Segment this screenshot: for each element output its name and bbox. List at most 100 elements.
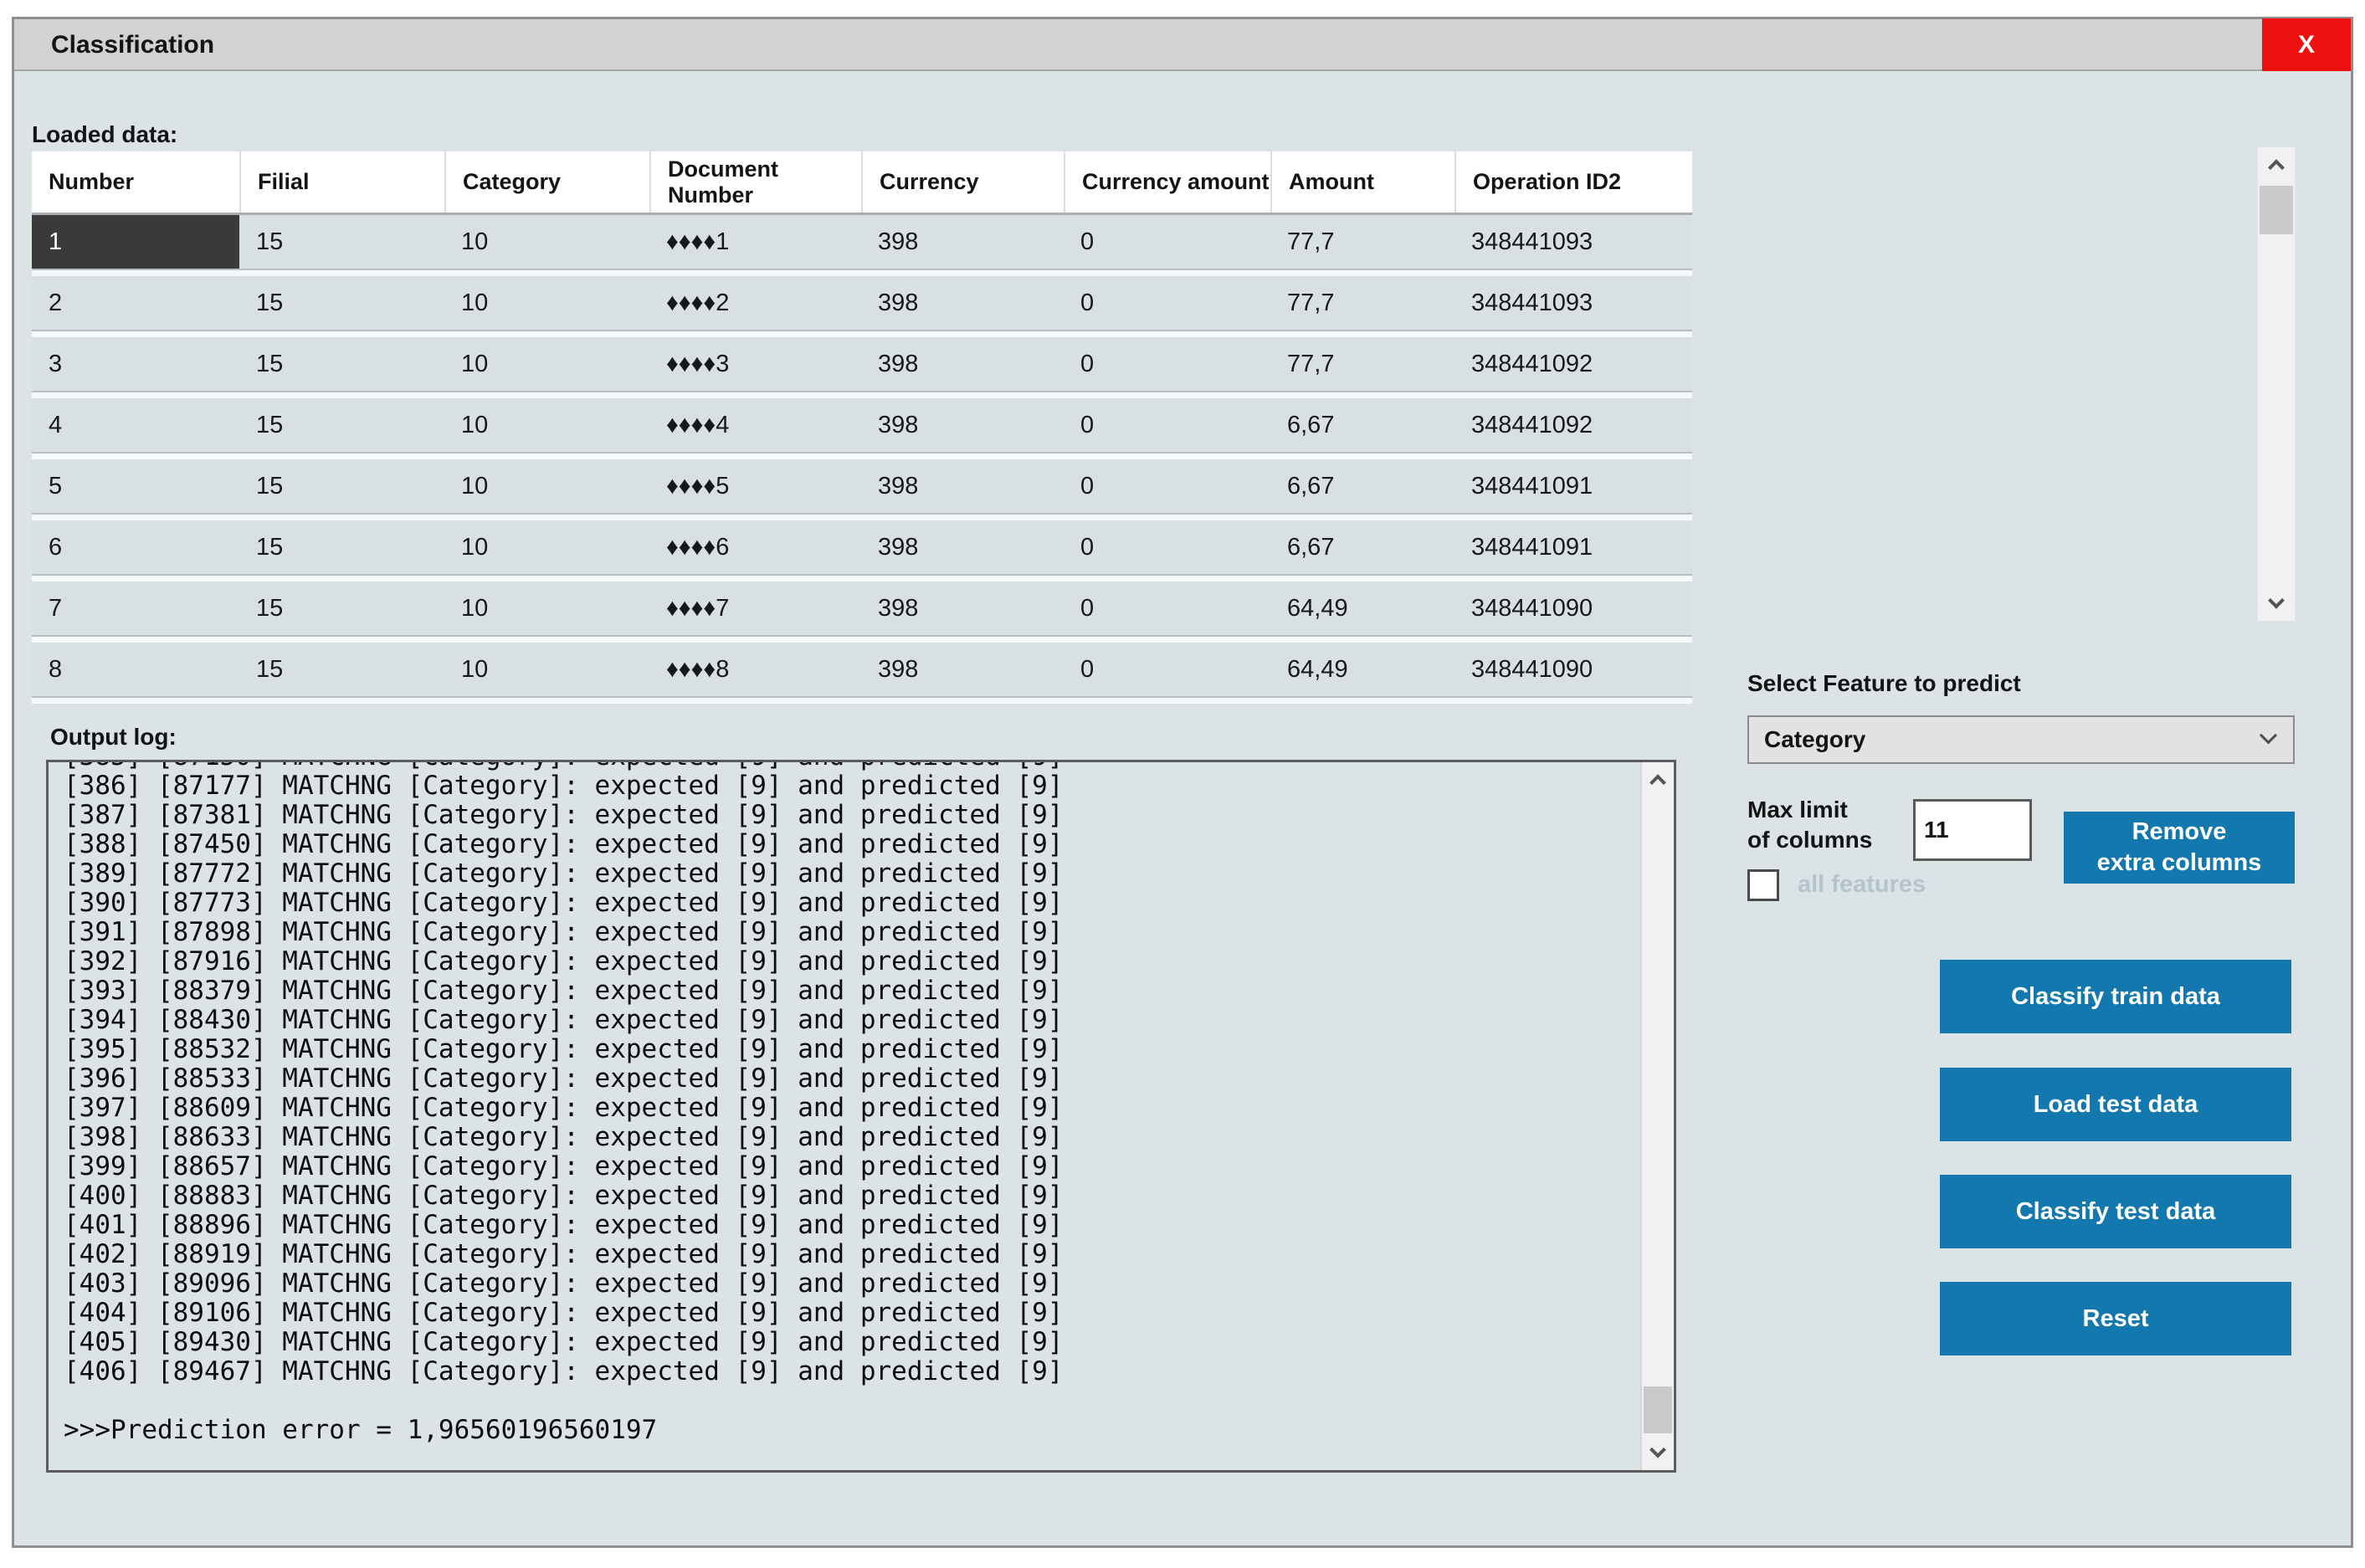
- log-scroll-up-icon[interactable]: [1642, 762, 1674, 796]
- table-cell[interactable]: 3: [32, 337, 239, 391]
- table-cell[interactable]: ♦♦♦♦2: [649, 276, 861, 330]
- column-header-amount[interactable]: Amount: [1270, 151, 1454, 213]
- table-cell[interactable]: 15: [239, 459, 444, 513]
- table-cell[interactable]: 2: [32, 276, 239, 330]
- log-line: [396] [88533] MATCHNG [Category]: expect…: [64, 1064, 1630, 1094]
- table-cell[interactable]: 10: [444, 643, 649, 696]
- table-cell[interactable]: 348441091: [1454, 520, 1692, 574]
- output-log-box[interactable]: [385] [87150] MATCHNG [Category]: expect…: [46, 760, 1676, 1473]
- column-header-number[interactable]: Number: [32, 151, 239, 213]
- output-log-label: Output log:: [50, 724, 177, 751]
- table-cell[interactable]: ♦♦♦♦4: [649, 398, 861, 452]
- table-cell[interactable]: 398: [861, 215, 1064, 269]
- table-cell[interactable]: 348441092: [1454, 337, 1692, 391]
- table-cell[interactable]: 10: [444, 337, 649, 391]
- log-line: [395] [88532] MATCHNG [Category]: expect…: [64, 1035, 1630, 1064]
- table-cell[interactable]: ♦♦♦♦5: [649, 459, 861, 513]
- table-cell[interactable]: 0: [1064, 276, 1270, 330]
- table-cell[interactable]: 348441092: [1454, 398, 1692, 452]
- table-cell[interactable]: 398: [861, 276, 1064, 330]
- table-cell[interactable]: 7: [32, 582, 239, 635]
- classify-train-data-button[interactable]: Classify train data: [1940, 960, 2291, 1033]
- table-cell[interactable]: 10: [444, 276, 649, 330]
- table-cell[interactable]: 0: [1064, 520, 1270, 574]
- remove-extra-columns-button[interactable]: Remove extra columns: [2064, 812, 2295, 884]
- load-test-data-button[interactable]: Load test data: [1940, 1068, 2291, 1141]
- table-vertical-scrollbar[interactable]: [2258, 147, 2295, 621]
- table-cell[interactable]: 64,49: [1270, 643, 1454, 696]
- scroll-down-icon[interactable]: [2258, 587, 2295, 621]
- table-cell[interactable]: 0: [1064, 215, 1270, 269]
- column-header-currency-amount[interactable]: Currency amount: [1064, 151, 1270, 213]
- table-cell[interactable]: 348441090: [1454, 643, 1692, 696]
- table-cell[interactable]: 10: [444, 582, 649, 635]
- log-line: [399] [88657] MATCHNG [Category]: expect…: [64, 1152, 1630, 1181]
- log-vertical-scrollbar[interactable]: [1640, 762, 1674, 1470]
- feature-select-dropdown[interactable]: Category: [1747, 715, 2295, 764]
- table-cell[interactable]: 6,67: [1270, 520, 1454, 574]
- table-cell[interactable]: 398: [861, 459, 1064, 513]
- table-cell[interactable]: 77,7: [1270, 337, 1454, 391]
- table-scrollbar-thumb[interactable]: [2260, 186, 2293, 234]
- table-cell[interactable]: 348441090: [1454, 582, 1692, 635]
- all-features-checkbox[interactable]: [1747, 869, 1779, 901]
- table-cell[interactable]: 398: [861, 520, 1064, 574]
- table-cell[interactable]: 77,7: [1270, 276, 1454, 330]
- table-cell[interactable]: 64,49: [1270, 582, 1454, 635]
- table-cell[interactable]: 6: [32, 520, 239, 574]
- row-separator: [32, 269, 1692, 276]
- close-button[interactable]: X: [2262, 18, 2351, 71]
- max-limit-label: Max limit of columns: [1747, 795, 1872, 855]
- table-cell[interactable]: 0: [1064, 398, 1270, 452]
- row-separator: [32, 391, 1692, 398]
- table-cell[interactable]: 6,67: [1270, 459, 1454, 513]
- table-cell[interactable]: 398: [861, 337, 1064, 391]
- table-cell[interactable]: ♦♦♦♦8: [649, 643, 861, 696]
- table-cell[interactable]: 4: [32, 398, 239, 452]
- classify-test-data-button[interactable]: Classify test data: [1940, 1175, 2291, 1248]
- table-cell[interactable]: 5: [32, 459, 239, 513]
- column-header-filial[interactable]: Filial: [239, 151, 444, 213]
- table-cell[interactable]: ♦♦♦♦6: [649, 520, 861, 574]
- table-cell[interactable]: 0: [1064, 337, 1270, 391]
- table-cell[interactable]: 0: [1064, 459, 1270, 513]
- scroll-up-icon[interactable]: [2258, 147, 2295, 181]
- table-cell[interactable]: 77,7: [1270, 215, 1454, 269]
- log-scrollbar-thumb[interactable]: [1644, 1386, 1672, 1433]
- table-cell[interactable]: 10: [444, 398, 649, 452]
- column-header-document-number[interactable]: Document Number: [649, 151, 861, 213]
- log-line: [404] [89106] MATCHNG [Category]: expect…: [64, 1299, 1630, 1328]
- log-line: [64, 1386, 1630, 1416]
- reset-button[interactable]: Reset: [1940, 1282, 2291, 1355]
- max-limit-input[interactable]: [1913, 799, 2032, 861]
- table-cell[interactable]: ♦♦♦♦1: [649, 215, 861, 269]
- table-cell[interactable]: 398: [861, 398, 1064, 452]
- table-cell[interactable]: 0: [1064, 582, 1270, 635]
- table-cell[interactable]: 15: [239, 520, 444, 574]
- table-cell[interactable]: 8: [32, 643, 239, 696]
- table-cell[interactable]: 15: [239, 582, 444, 635]
- table-cell[interactable]: 0: [1064, 643, 1270, 696]
- log-line: [394] [88430] MATCHNG [Category]: expect…: [64, 1006, 1630, 1035]
- table-cell[interactable]: 10: [444, 520, 649, 574]
- table-cell[interactable]: 15: [239, 337, 444, 391]
- column-header-operation-id2[interactable]: Operation ID2: [1454, 151, 1692, 213]
- table-cell[interactable]: ♦♦♦♦7: [649, 582, 861, 635]
- table-cell[interactable]: 10: [444, 459, 649, 513]
- table-cell-selected[interactable]: 1: [32, 215, 239, 269]
- table-cell[interactable]: 348441093: [1454, 276, 1692, 330]
- table-cell[interactable]: 398: [861, 582, 1064, 635]
- table-cell[interactable]: 15: [239, 398, 444, 452]
- table-cell[interactable]: 15: [239, 276, 444, 330]
- table-cell[interactable]: 15: [239, 643, 444, 696]
- column-header-currency[interactable]: Currency: [861, 151, 1064, 213]
- table-cell[interactable]: 348441093: [1454, 215, 1692, 269]
- log-scroll-down-icon[interactable]: [1642, 1437, 1674, 1470]
- table-cell[interactable]: 348441091: [1454, 459, 1692, 513]
- column-header-category[interactable]: Category: [444, 151, 649, 213]
- table-cell[interactable]: 398: [861, 643, 1064, 696]
- table-cell[interactable]: 15: [239, 215, 444, 269]
- table-cell[interactable]: ♦♦♦♦3: [649, 337, 861, 391]
- table-cell[interactable]: 10: [444, 215, 649, 269]
- table-cell[interactable]: 6,67: [1270, 398, 1454, 452]
